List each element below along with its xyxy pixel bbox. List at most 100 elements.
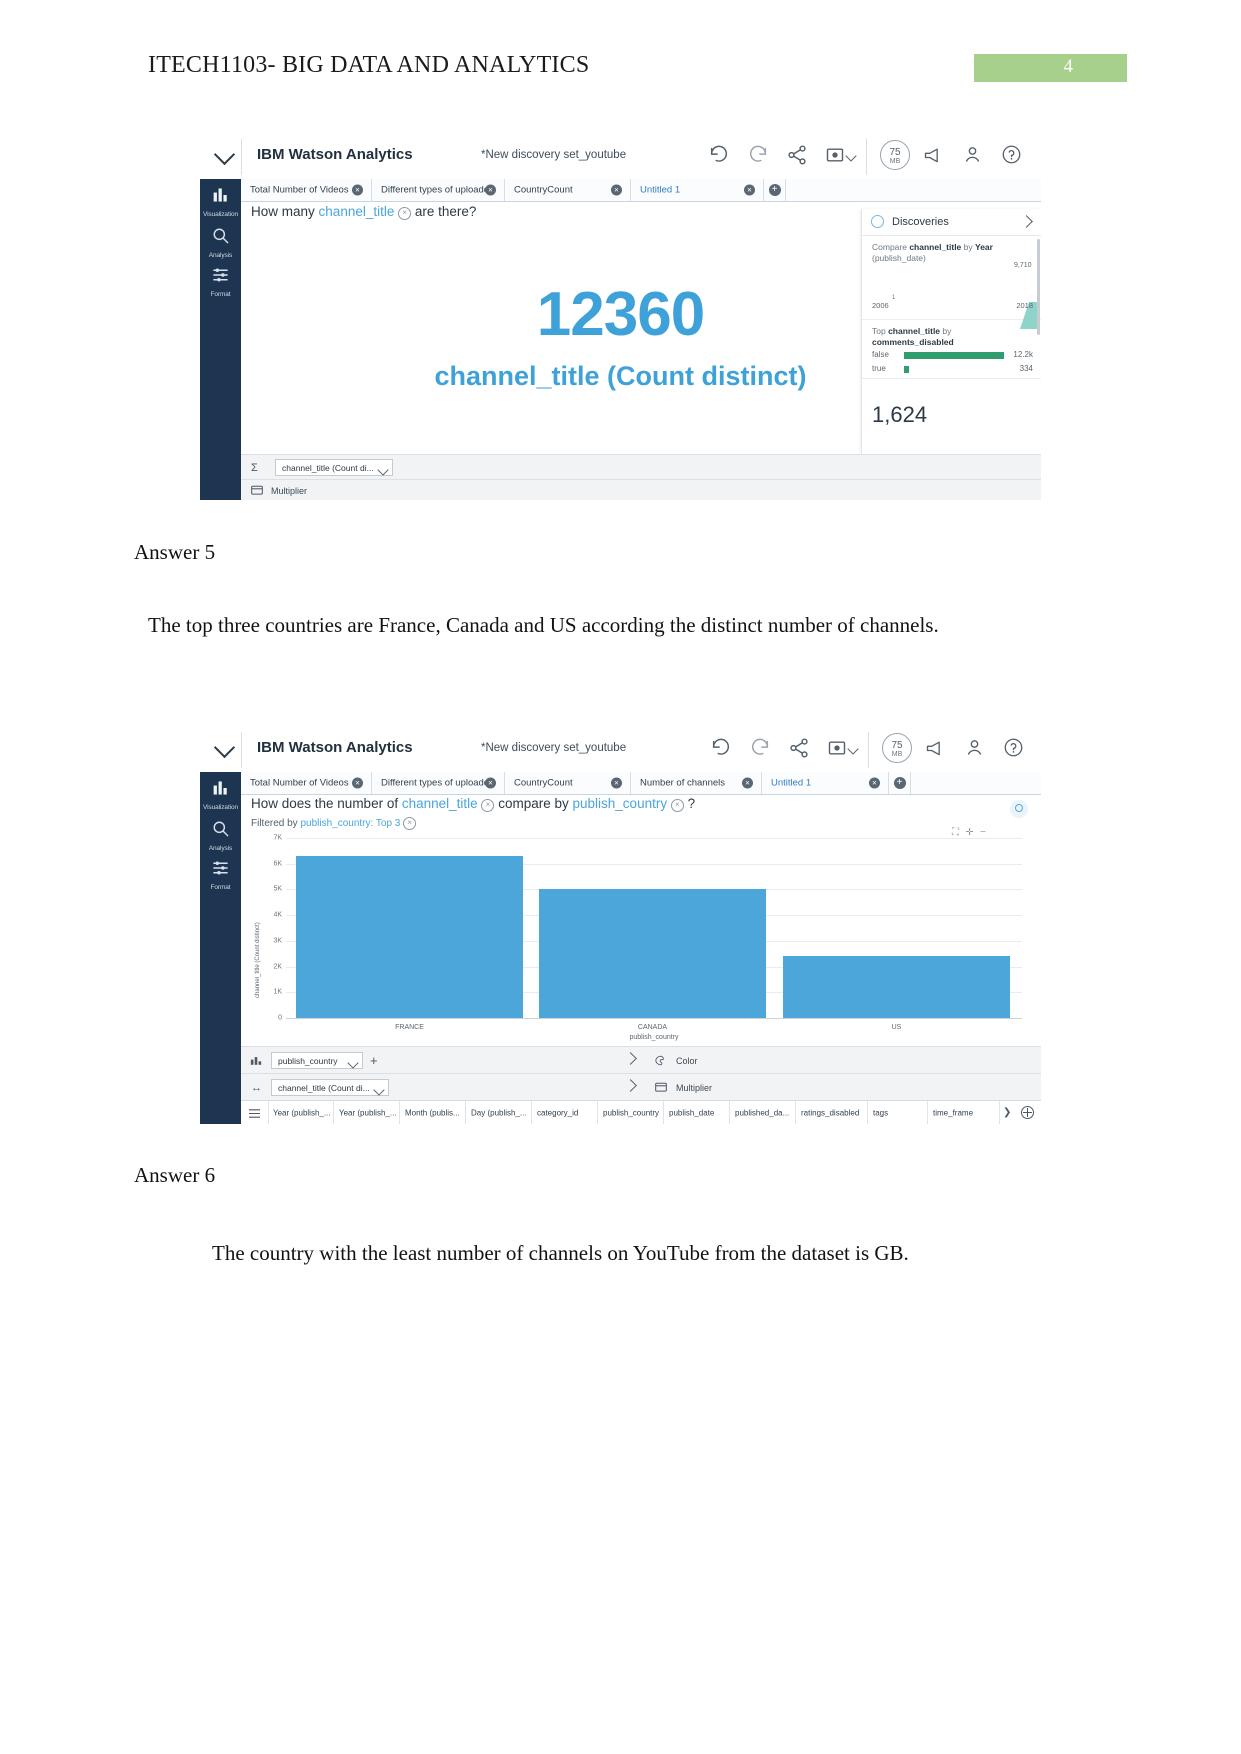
share-icon[interactable]: [786, 144, 808, 166]
data-column-4[interactable]: category_id: [532, 1101, 598, 1124]
data-column-3[interactable]: Day (publish_...: [466, 1101, 532, 1124]
chart-icon: [250, 1057, 262, 1065]
question-field[interactable]: channel_title: [319, 204, 395, 219]
bar-canada[interactable]: [539, 889, 766, 1018]
remove-field-icon[interactable]: ×: [670, 799, 684, 812]
bar-us[interactable]: [783, 956, 1010, 1018]
redo-icon[interactable]: [747, 144, 769, 166]
data-column-5[interactable]: publish_country: [598, 1101, 664, 1124]
storage-meter[interactable]: 75 MB: [882, 733, 912, 763]
discovery-axis-marker: 1: [892, 295, 896, 301]
y-tick-3k: 3K: [273, 937, 282, 945]
chevron-right-icon[interactable]: [624, 1079, 637, 1092]
discovery-card-2[interactable]: Top channel_title by comments_disabled f…: [862, 319, 1041, 379]
discovery-card-3[interactable]: 1,624: [862, 378, 1041, 454]
undo-icon[interactable]: [710, 737, 732, 759]
tab-total-number-of-videos[interactable]: Total Number of Videos ×: [241, 179, 372, 201]
bar-france[interactable]: [296, 856, 523, 1018]
t3: by: [940, 326, 952, 336]
measure-pill[interactable]: channel_title (Count di...: [275, 459, 393, 476]
data-column-0[interactable]: Year (publish_...: [268, 1101, 334, 1124]
tab-countrycount[interactable]: CountryCount ×: [505, 179, 631, 201]
remove-filter-icon[interactable]: ×: [403, 817, 417, 830]
tab-close-icon[interactable]: ×: [742, 777, 753, 789]
chevron-right-icon[interactable]: [1020, 215, 1033, 228]
s2-brand-name: IBM Watson Analytics: [257, 739, 413, 756]
answer-6-text: The country with the least number of cha…: [212, 1241, 909, 1265]
tab-number-of-channels[interactable]: Number of channels ×: [631, 772, 762, 794]
tab-close-icon[interactable]: ×: [611, 777, 622, 789]
add-category-button[interactable]: +: [370, 1053, 378, 1068]
y-tick-4k: 4K: [273, 911, 282, 919]
data-column-8[interactable]: ratings_disabled: [796, 1101, 868, 1124]
tab-untitled-1[interactable]: Untitled 1 ×: [762, 772, 889, 794]
data-column-10[interactable]: time_frame: [928, 1101, 1000, 1124]
tab-close-icon[interactable]: ×: [869, 777, 880, 789]
export-chevron-down-icon[interactable]: [845, 150, 857, 162]
tab-close-icon[interactable]: ×: [485, 184, 496, 196]
storage-meter[interactable]: 75 MB: [880, 140, 910, 170]
chevron-down-icon[interactable]: [213, 736, 236, 759]
megaphone-icon[interactable]: [925, 738, 945, 758]
question-field-2[interactable]: publish_country: [573, 796, 668, 811]
discovery-card-1[interactable]: Compare channel_title by Year (publish_d…: [862, 235, 1041, 329]
tab-close-icon[interactable]: ×: [485, 777, 496, 789]
filter-field[interactable]: publish_country: Top 3: [300, 818, 400, 829]
sidebar-item-format[interactable]: Format: [200, 859, 241, 891]
data-column-6[interactable]: publish_date: [664, 1101, 730, 1124]
tab-different-types-of-uploads[interactable]: Different types of uploade... ×: [372, 179, 505, 201]
tab-close-icon[interactable]: ×: [352, 777, 363, 789]
chevron-right-icon[interactable]: [624, 1052, 637, 1065]
tab-label: CountryCount: [514, 777, 573, 789]
chevron-down-icon[interactable]: [347, 1056, 359, 1069]
add-tab-button[interactable]: +: [764, 179, 786, 201]
help-icon[interactable]: [1001, 144, 1022, 165]
tab-close-icon[interactable]: ×: [744, 184, 755, 196]
add-column-icon[interactable]: [1021, 1106, 1034, 1119]
canvas-tools[interactable]: ⛶ ✛ −: [952, 827, 988, 838]
measure-pill[interactable]: channel_title (Count di...: [271, 1079, 389, 1096]
share-icon[interactable]: [788, 737, 810, 759]
user-icon[interactable]: [962, 144, 983, 165]
data-column-7[interactable]: published_da...: [730, 1101, 796, 1124]
s2-bottom-bar-measure: ↔ channel_title (Count di...: [241, 1073, 645, 1101]
remove-field-icon[interactable]: ×: [398, 207, 412, 220]
export-chevron-down-icon[interactable]: [847, 743, 859, 755]
export-icon[interactable]: [825, 145, 845, 165]
discoveries-header[interactable]: Discoveries: [862, 209, 1041, 236]
data-columns-more-icon[interactable]: ⋮⋮: [1039, 1105, 1041, 1116]
help-icon[interactable]: [1003, 737, 1024, 758]
insight-bulb-button[interactable]: [1010, 800, 1028, 818]
export-icon[interactable]: [827, 738, 847, 758]
tab-close-icon[interactable]: ×: [352, 184, 363, 196]
sidebar-item-analysis[interactable]: Analysis: [200, 226, 241, 259]
remove-field-icon[interactable]: ×: [481, 799, 495, 812]
chevron-down-icon[interactable]: [377, 463, 389, 476]
tab-total-number-of-videos[interactable]: Total Number of Videos ×: [241, 772, 372, 794]
data-column-1[interactable]: Year (publish_...: [334, 1101, 400, 1124]
tab-close-icon[interactable]: ×: [611, 184, 622, 196]
tab-label: Untitled 1: [640, 184, 681, 196]
discoveries-scrollbar[interactable]: [1037, 239, 1040, 335]
category-pill[interactable]: publish_country: [271, 1052, 363, 1069]
data-column-9[interactable]: tags: [868, 1101, 928, 1124]
data-columns-toggle[interactable]: [241, 1101, 269, 1124]
sidebar-item-visualization[interactable]: Visualization: [200, 186, 241, 218]
tab-countrycount[interactable]: CountryCount ×: [505, 772, 631, 794]
user-icon[interactable]: [964, 737, 985, 758]
chevron-down-icon[interactable]: [373, 1083, 385, 1096]
sidebar-item-visualization[interactable]: Visualization: [200, 779, 241, 811]
redo-icon[interactable]: [749, 737, 771, 759]
undo-icon[interactable]: [708, 144, 730, 166]
data-column-label: Year (publish_...: [339, 1108, 397, 1118]
sidebar-item-analysis[interactable]: Analysis: [200, 819, 241, 852]
question-field-1[interactable]: channel_title: [402, 796, 478, 811]
answer-6-label: Answer 6: [134, 1163, 216, 1187]
data-columns-next-button[interactable]: ❯: [1003, 1107, 1011, 1118]
tab-untitled-1[interactable]: Untitled 1 ×: [631, 179, 764, 201]
chevron-down-icon[interactable]: [213, 143, 236, 166]
tab-different-types-of-uploads[interactable]: Different types of uploade... ×: [372, 772, 505, 794]
data-column-2[interactable]: Month (publis...: [400, 1101, 466, 1124]
megaphone-icon[interactable]: [923, 145, 943, 165]
add-tab-button[interactable]: +: [889, 772, 911, 794]
